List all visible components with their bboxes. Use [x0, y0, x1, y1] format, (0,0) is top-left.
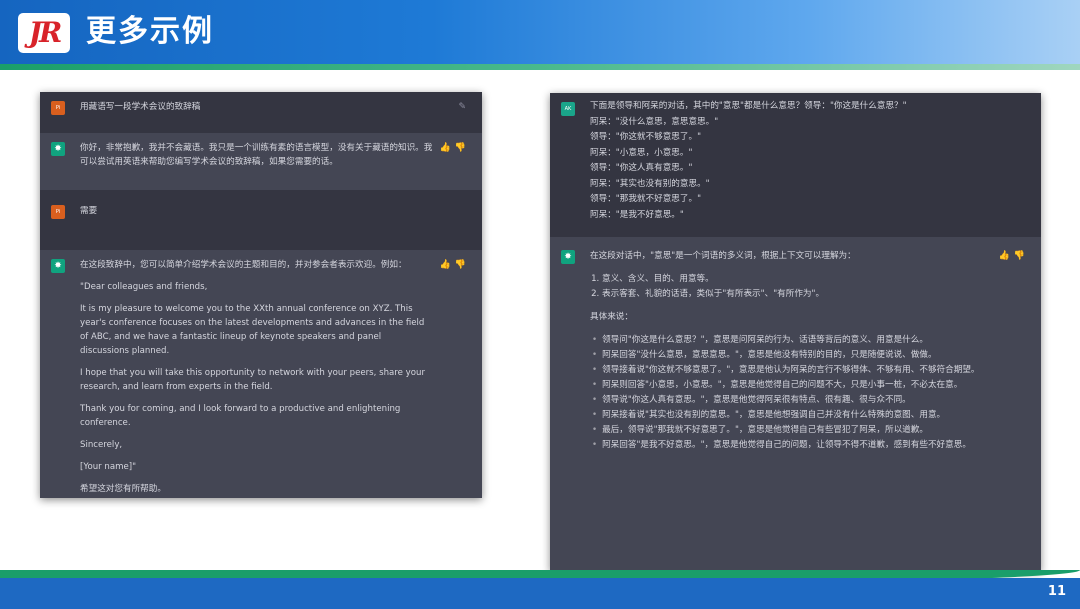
user-line: 阿呆："其实也没有别的意思。": [590, 178, 710, 189]
header-stripe: [0, 64, 1080, 70]
user-avatar: Pi: [51, 205, 65, 219]
list-item: 意义、含义、目的、用意等。: [602, 272, 991, 287]
list-item: 领导问"你这是什么意思？"，意思是问阿呆的行为、话语等背后的意义、用意是什么。: [602, 333, 991, 348]
chatgpt-avatar: [51, 142, 65, 156]
assistant-paragraph: "Dear colleagues and friends,: [80, 282, 208, 292]
assistant-message-text: 你好，非常抱歉，我并不会藏语。我只是一个训练有素的语言模型，没有关于藏语的知识。…: [80, 143, 433, 167]
user-message-text: 用藏语写一段学术会议的致辞稿: [80, 102, 201, 112]
chat-screenshot-right: AK 下面是领导和阿呆的对话，其中的"意思"都是什么意思？领导："你这是什么意思…: [550, 93, 1041, 571]
list-item: 阿呆回答"是我不好意思。"，意思是他觉得自己的问题，让领导不得不道歉，感到有些不…: [602, 438, 991, 453]
thumbs-icons[interactable]: 👍👎: [999, 249, 1029, 264]
user-line: 阿呆："没什么意思，意思意思。": [590, 116, 719, 127]
list-item: 阿呆接着说"其实也没有别的意思。"，意思是他想强调自己并没有什么特殊的意图、用意…: [602, 408, 991, 423]
assistant-paragraph: It is my pleasure to welcome you to the …: [80, 304, 425, 356]
assistant-paragraph: Thank you for coming, and I look forward…: [80, 404, 401, 428]
assistant-message: 👍👎 在这段对话中，"意思"是一个词语的多义词，根据上下文可以理解为： 意义、含…: [550, 237, 1041, 571]
user-message: Pi 需要: [40, 190, 482, 250]
list-item: 领导接着说"你这就不够意思了。"，意思是他认为阿呆的言行不够得体、不够有用、不够…: [602, 363, 991, 378]
assistant-paragraph: Sincerely,: [80, 440, 123, 450]
list-item: 阿呆则回答"小意思，小意思。"，意思是他觉得自己的问题不大，只是小事一桩，不必太…: [602, 378, 991, 393]
assistant-paragraph: 在这段对话中，"意思"是一个词语的多义词，根据上下文可以理解为：: [590, 251, 856, 261]
assistant-message: 你好，非常抱歉，我并不会藏语。我只是一个训练有素的语言模型，没有关于藏语的知识。…: [40, 133, 482, 190]
user-line: 阿呆："小意思，小意思。": [590, 147, 693, 158]
page-title: 更多示例: [86, 14, 214, 49]
assistant-paragraph: I hope that you will take this opportuni…: [80, 368, 425, 392]
page-number: 11: [1047, 584, 1066, 599]
assistant-message: 👍👎 在这段致辞中，您可以简单介绍学术会议的主题和目的，并对参会者表示欢迎。例如…: [40, 250, 482, 498]
user-line: 领导："你这人真有意思。": [590, 163, 693, 173]
assistant-paragraph: [Your name]": [80, 462, 137, 472]
list-item: 最后，领导说"那我就不好意思了。"，意思是他觉得自己有些冒犯了阿呆，所以道歉。: [602, 423, 991, 438]
assistant-paragraph: 希望这对您有所帮助。: [80, 484, 166, 494]
explanation-list: 领导问"你这是什么意思？"，意思是问阿呆的行为、话语等背后的意义、用意是什么。 …: [590, 333, 991, 453]
user-line: 领导："你这就不够意思了。": [590, 132, 702, 142]
user-message: AK 下面是领导和阿呆的对话，其中的"意思"都是什么意思？领导："你这是什么意思…: [550, 93, 1041, 237]
footer-bar: [0, 578, 1080, 609]
chat-screenshot-left: Pi 用藏语写一段学术会议的致辞稿 ✎ 你好，非常抱歉，我并不会藏语。我只是一个…: [40, 92, 482, 498]
thumbs-icons[interactable]: 👍👎: [440, 258, 470, 272]
company-logo: JR: [18, 13, 70, 53]
thumbs-icons[interactable]: 👍👎: [440, 141, 470, 155]
assistant-message-body: 在这段对话中，"意思"是一个词语的多义词，根据上下文可以理解为： 意义、含义、目…: [590, 249, 1031, 453]
edit-icon[interactable]: ✎: [458, 100, 470, 114]
user-line: 领导："那我就不好意思了。": [590, 194, 702, 204]
list-item: 阿呆回答"没什么意思，意思意思。"，意思是他没有特别的目的，只是随便说说、做做。: [602, 348, 991, 363]
assistant-message-body: 在这段致辞中，您可以简单介绍学术会议的主题和目的，并对参会者表示欢迎。例如： "…: [80, 258, 472, 496]
list-item: 表示客套、礼貌的话语，类似于"有所表示"、"有所作为"。: [602, 287, 991, 302]
assistant-paragraph: 在这段致辞中，您可以简单介绍学术会议的主题和目的，并对参会者表示欢迎。例如：: [80, 260, 407, 270]
chatgpt-avatar: [51, 259, 65, 273]
meaning-list: 意义、含义、目的、用意等。 表示客套、礼貌的话语，类似于"有所表示"、"有所作为…: [590, 272, 991, 302]
user-line: 下面是领导和阿呆的对话，其中的"意思"都是什么意思？领导："你这是什么意思？": [590, 101, 907, 111]
user-message-text: 需要: [80, 206, 98, 216]
user-message: Pi 用藏语写一段学术会议的致辞稿 ✎: [40, 92, 482, 133]
user-line: 阿呆："是我不好意思。": [590, 209, 684, 220]
assistant-paragraph: 具体来说：: [590, 312, 633, 322]
user-avatar: AK: [561, 102, 575, 116]
list-item: 领导说"你这人真有意思。"，意思是他觉得阿呆很有特点、很有趣、很与众不同。: [602, 393, 991, 408]
chatgpt-avatar: [561, 250, 575, 264]
user-avatar: Pi: [51, 101, 65, 115]
